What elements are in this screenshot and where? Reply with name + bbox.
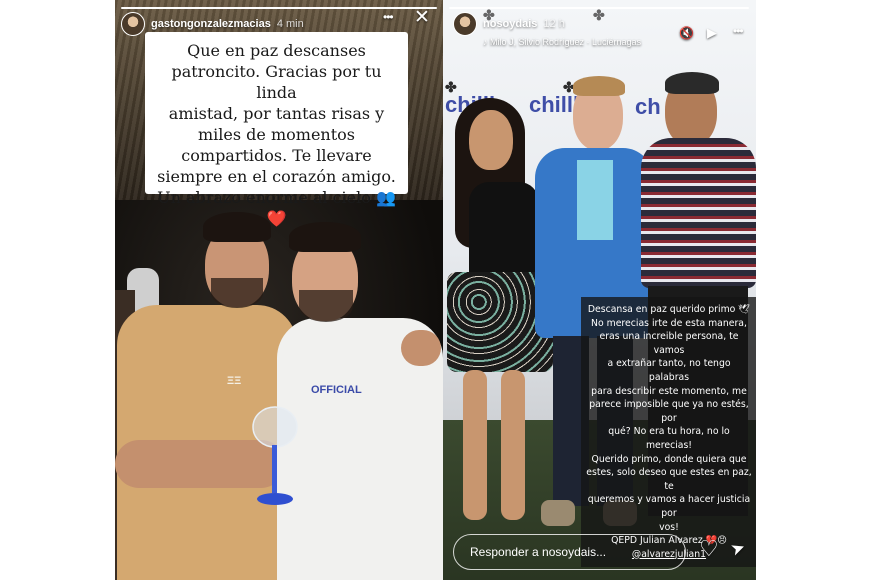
caption-line: amistad, por tantas risas y [168,104,385,123]
story-username[interactable]: gastongonzalezmacias [151,18,271,30]
backdrop-logo: ch [635,94,661,119]
overlay-line: eras una increible persona, te vamos [599,331,739,356]
close-icon[interactable]: ✕ [414,6,430,29]
story-right[interactable]: ✤ chillb ✤ chillb ch ✤ ✤ ⋈ [443,0,756,580]
older-man-plaid-shirt [641,138,756,288]
overlay-line: Descansa en paz querido primo 🕊 [587,304,751,315]
overlay-line: vos! [659,521,679,533]
more-options-icon[interactable]: ••• [383,10,394,24]
story-progress-fill [449,7,749,9]
caption-line: Que en paz descanses [187,41,366,60]
story-caption: Que en paz descanses patroncito. Gracias… [145,32,408,228]
overlay-line: qué? No era tu hora, no lo merecias! [608,426,730,451]
overlay-line: para describir este momento, me [591,385,747,397]
story-music-label[interactable]: ♪ Milo J, Silvio Rodríguez · Luciérnagas [483,37,641,47]
person-right-hand [401,330,441,366]
person-left-beard [211,278,263,308]
person-right-beard [299,290,353,322]
story-left[interactable]: ΞΞ OFFICIAL Que en paz descanses patronc… [115,0,443,580]
caption-line: patroncito. Gracias por tu linda [171,62,382,102]
heart-icon[interactable]: ♡ [699,536,719,562]
young-man-shoe [541,500,575,526]
wine-glass-icon [251,405,299,515]
more-options-icon[interactable]: ••• [733,24,744,38]
overlay-line: Querido primo, donde quiera que [591,453,747,465]
overlay-line: a extrañar tanto, no tengo palabras [607,358,731,383]
story-text-overlay: Descansa en paz querido primo 🕊 No merec… [581,297,756,568]
caption-line: miles de momentos [198,125,355,144]
overlay-line: No merecias irte de esta manera, [591,317,747,329]
shirt-text: OFFICIAL [311,384,362,396]
overlay-line: parece imposible que ya no estés, por [589,399,749,424]
caption-line: Un abrazo enorme al cielo 👥❤️ [157,188,396,228]
avatar[interactable] [121,12,145,36]
story-header: nosoydais 12 h [453,11,565,37]
reply-input[interactable]: Responder a nosoydais... [453,534,686,570]
story-timestamp: 4 min [276,18,304,30]
young-man-hair [573,76,625,96]
play-icon[interactable]: ▶ [707,25,717,41]
woman-top [469,182,539,282]
woman-face [469,110,513,170]
story-header: gastongonzalezmacias 4 min [121,11,304,37]
story-progress-bar [449,7,749,9]
adidas-logo: ΞΞ [227,375,242,387]
story-progress-bar [121,7,437,9]
story-username[interactable]: nosoydais [483,18,537,30]
avatar[interactable] [453,12,477,36]
overlay-line: estes, solo deseo que estes en paz, te [586,467,752,492]
backdrop-logo: ✤ [593,8,605,22]
woman-leg [463,370,487,520]
woman-leg [501,370,525,520]
young-man-shirt [577,160,613,240]
story-progress-fill [121,7,437,9]
caption-line: siempre en el corazón amigo. [157,167,396,186]
caption-line: compartidos. Te llevare [181,146,372,165]
story-timestamp: 12 h [543,18,565,30]
overlay-line: queremos y vamos a hacer justicia por [587,494,751,519]
older-man-hair [665,72,719,94]
clover-icon: ✤ [593,7,605,23]
mute-icon[interactable]: 🔇 [679,26,694,40]
